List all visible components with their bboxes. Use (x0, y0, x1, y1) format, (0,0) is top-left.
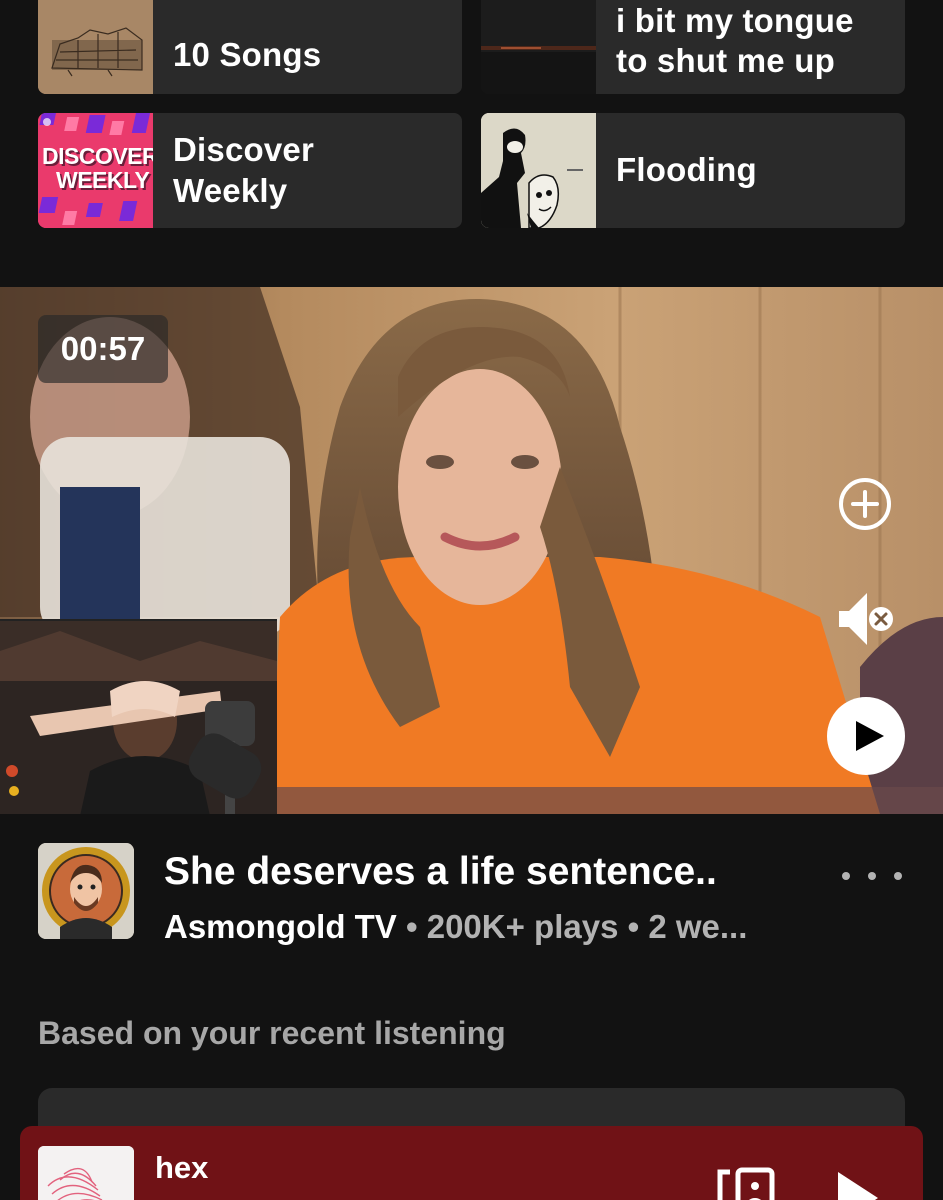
shortcut-label: i bit my tongue to shut me up (616, 1, 854, 79)
mute-toggle-button[interactable] (833, 587, 897, 651)
play-video-button[interactable] (827, 697, 905, 775)
shortcut-tile-10-songs[interactable]: 10 Songs (38, 0, 462, 94)
add-to-library-button[interactable] (835, 474, 895, 534)
video-meta: Asmongold TV • 200K+ plays • 2 we... (164, 908, 747, 946)
play-icon (838, 1172, 878, 1200)
video-stats: • 200K+ plays • 2 we... (396, 908, 748, 945)
play-icon (856, 721, 884, 751)
shortcut-tile-i-bit-my-tongue[interactable]: i bit my tongue to shut me up (481, 0, 905, 94)
speaker-muted-icon (839, 593, 893, 645)
shortcut-label: Discover Weekly (173, 131, 315, 209)
plus-circle-icon (839, 478, 891, 530)
connect-device-icon (717, 1167, 775, 1200)
more-dots-icon (842, 872, 850, 880)
connect-device-button[interactable] (716, 1164, 776, 1200)
shortcut-label: 10 Songs (173, 35, 322, 73)
channel-name[interactable]: Asmongold TV (164, 908, 397, 945)
discover-art-text-line1: DISCOVER (42, 143, 153, 169)
album-art-i-bit-my-tongue (481, 0, 596, 94)
more-dots-icon (868, 872, 876, 880)
mini-player[interactable]: hex (20, 1126, 923, 1200)
video-timestamp: 00:57 (38, 315, 168, 383)
discover-art-text-line2: WEEKLY (56, 167, 150, 193)
section-title: Based on your recent listening (38, 1015, 506, 1051)
shortcut-tile-flooding[interactable]: Flooding (481, 113, 905, 228)
mini-player-album-art (38, 1146, 134, 1200)
video-player[interactable]: 00:57 (0, 287, 943, 814)
streamer-webcam-overlay (0, 619, 277, 814)
album-art-10-songs (38, 0, 153, 94)
more-options-button[interactable] (842, 860, 902, 892)
shortcut-tile-discover-weekly[interactable]: DISCOVER WEEKLY Discover Weekly (38, 113, 462, 228)
mini-player-track-title: hex (155, 1150, 209, 1185)
album-art-discover-weekly: DISCOVER WEEKLY (38, 113, 153, 228)
mini-player-play-button[interactable] (832, 1168, 882, 1200)
video-title[interactable]: She deserves a life sentence.. (164, 850, 717, 894)
channel-avatar[interactable] (38, 843, 134, 939)
shortcut-label: Flooding (616, 151, 757, 189)
more-dots-icon (894, 872, 902, 880)
album-art-flooding (481, 113, 596, 228)
